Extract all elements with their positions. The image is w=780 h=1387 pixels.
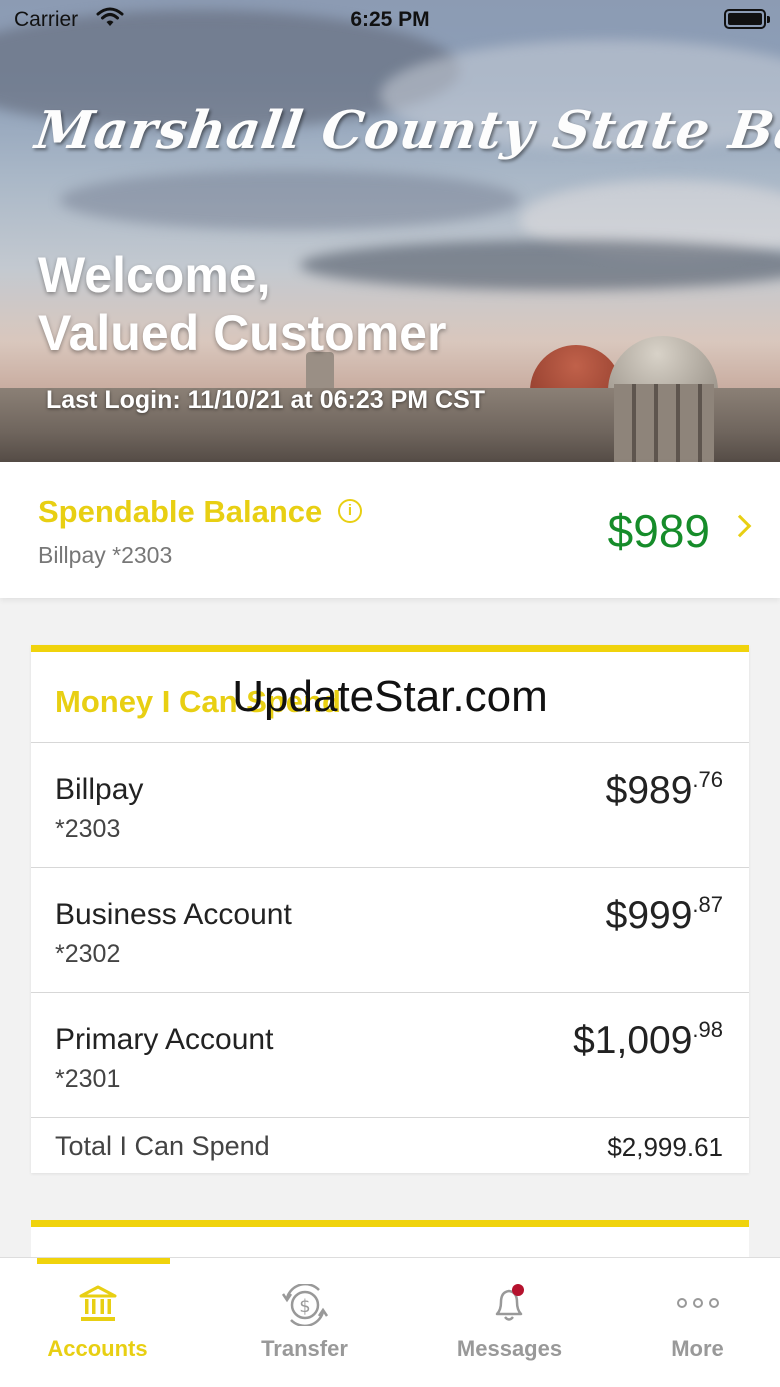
account-number: *2303	[55, 815, 121, 843]
spendable-account-label: Billpay *2303	[38, 542, 173, 568]
account-name: Billpay	[55, 773, 144, 806]
balance-dollars: $999	[605, 894, 693, 937]
tab-accounts[interactable]: Accounts	[0, 1258, 195, 1387]
card-header: Money I Can Spend UpdateStar.com	[31, 652, 749, 743]
last-login-text: Last Login: 11/10/21 at 06:23 PM CST	[46, 386, 486, 414]
tab-more[interactable]: More	[600, 1258, 780, 1387]
total-row: Total I Can Spend $2,999.61	[31, 1118, 749, 1174]
money-i-can-spend-card: Money I Can Spend UpdateStar.com Billpay…	[31, 645, 749, 1173]
balance-dollars: $989	[605, 769, 693, 812]
bank-icon	[78, 1284, 118, 1329]
account-row-billpay[interactable]: Billpay *2303 $989.76	[31, 743, 749, 868]
account-number: *2302	[55, 940, 121, 968]
tab-label: More	[671, 1336, 724, 1361]
total-label: Total I Can Spend	[55, 1131, 270, 1161]
bottom-tab-bar: Accounts $ Transfer Messages More	[0, 1257, 780, 1387]
spendable-amount: $989	[607, 505, 710, 557]
clock: 6:25 PM	[350, 8, 430, 31]
tab-label: Accounts	[47, 1336, 148, 1361]
account-balance: $989.76	[606, 767, 723, 813]
chevron-right-icon	[728, 514, 752, 538]
account-number: *2301	[55, 1065, 121, 1093]
welcome-line-2: Valued Customer	[38, 305, 447, 361]
svg-text:$: $	[299, 1296, 310, 1317]
bank-logo: Marshall County State Bank	[31, 100, 780, 161]
balance-cents: .98	[692, 1017, 723, 1042]
active-tab-indicator	[37, 1258, 170, 1264]
welcome-line-1: Welcome,	[38, 247, 271, 303]
spendable-balance-row[interactable]: Spendable Balance i Billpay *2303 $989	[0, 462, 780, 598]
more-dots-icon	[676, 1296, 720, 1315]
total-value: $2,999.61	[607, 1132, 723, 1162]
balance-dollars: $1,009	[573, 1019, 693, 1062]
transfer-icon: $	[279, 1282, 331, 1331]
account-name: Primary Account	[55, 1023, 274, 1056]
account-row-primary[interactable]: Primary Account *2301 $1,009.98	[31, 993, 749, 1118]
battery-icon	[724, 9, 770, 29]
status-bar: Carrier 6:25 PM	[0, 0, 780, 40]
balance-cents: .87	[692, 892, 723, 917]
account-balance: $999.87	[606, 892, 723, 938]
account-row-business[interactable]: Business Account *2302 $999.87	[31, 868, 749, 993]
spendable-balance-title: Spendable Balance	[38, 494, 323, 529]
watermark-text: UpdateStar.com	[232, 672, 548, 721]
bell-icon	[487, 1284, 533, 1331]
tab-messages[interactable]: Messages	[412, 1258, 607, 1387]
tab-label: Transfer	[261, 1336, 348, 1361]
silo	[614, 384, 714, 462]
tab-label: Messages	[456, 1336, 563, 1361]
account-balance: $1,009.98	[573, 1017, 723, 1063]
info-icon[interactable]: i	[338, 499, 362, 523]
account-name: Business Account	[55, 898, 292, 931]
balance-cents: .76	[692, 767, 723, 792]
tab-transfer[interactable]: $ Transfer	[207, 1258, 402, 1387]
notification-dot	[511, 1284, 524, 1296]
sky-cloud	[60, 170, 520, 230]
hero-banner: Carrier 6:25 PM Marshall County State Ba…	[0, 0, 780, 462]
welcome-heading: Welcome, Valued Customer	[38, 246, 446, 362]
